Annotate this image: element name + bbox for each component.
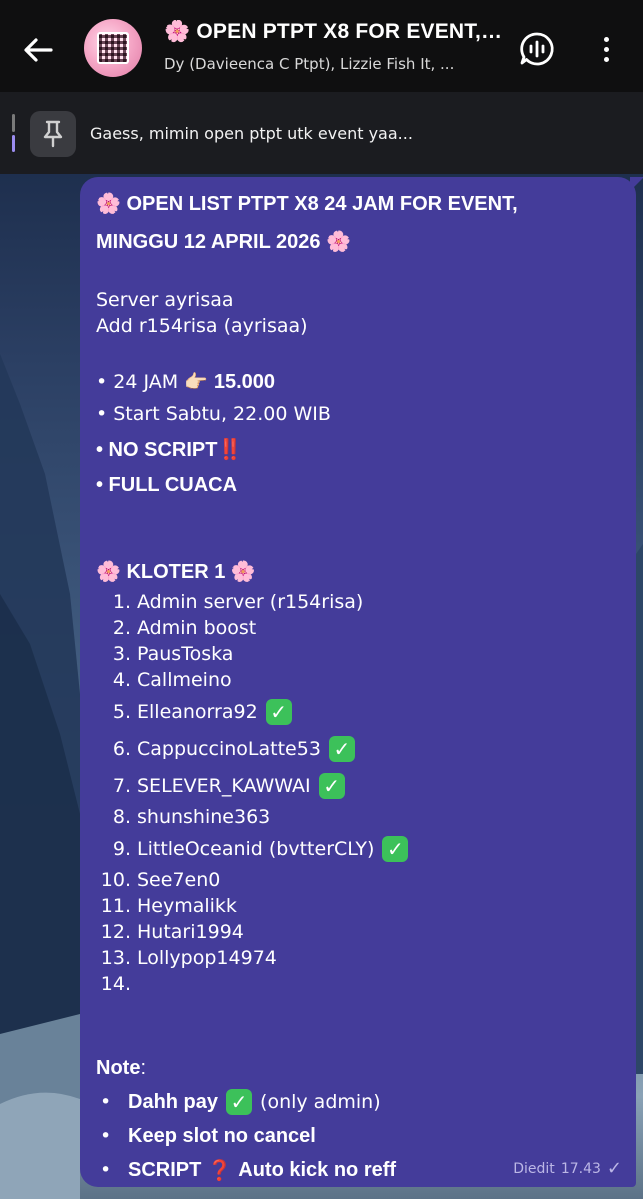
kloter-item-name: Admin boost bbox=[137, 617, 257, 639]
kloter-item: 4. Callmeino bbox=[96, 667, 621, 693]
kloter-item: 5. Elleanorra92 ✓ bbox=[96, 693, 621, 730]
back-button[interactable] bbox=[16, 28, 60, 72]
note-colon: : bbox=[140, 1057, 147, 1079]
kloter-item-number: 14. bbox=[100, 973, 131, 995]
kloter-item-number: 7. bbox=[112, 774, 131, 797]
more-dot-icon bbox=[603, 56, 609, 62]
kloter-item-number: 8. bbox=[112, 806, 131, 828]
pinned-indicator bbox=[12, 114, 15, 152]
qr-image bbox=[97, 32, 129, 64]
kloter-item-number: 10. bbox=[100, 869, 131, 891]
kloter-list: 1. Admin server (r154risa) 2. Admin boost 3.… bbox=[96, 589, 621, 997]
kloter-item: 3. PausToska bbox=[96, 641, 621, 667]
bullet-full-cuaca: • FULL CUACA bbox=[96, 474, 238, 496]
check-mark-icon: ✓ bbox=[265, 698, 292, 725]
bullet-no-script: • NO SCRIPT‼️ bbox=[96, 439, 243, 461]
note-item: • Keep slot no cancel bbox=[96, 1119, 621, 1153]
kloter-item: 12. Hutari1994 bbox=[96, 919, 621, 945]
message-meta: Diedit 17.43 ✓ bbox=[513, 1158, 622, 1179]
arrow-left-icon bbox=[24, 38, 53, 62]
more-dot-icon bbox=[603, 36, 609, 42]
kloter-item-number: 1. bbox=[112, 591, 131, 613]
kloter-item: 9. LittleOceanid (bvtterCLY) ✓ bbox=[96, 830, 621, 867]
bullet-dot: • bbox=[100, 1159, 112, 1181]
kloter-item-name: SELEVER_KAWWAI bbox=[137, 774, 311, 797]
message-heading-line-2: MINGGU 12 APRIL 2026 🌸 bbox=[96, 231, 351, 253]
kloter-item-number: 9. bbox=[112, 837, 131, 860]
kloter-item-name: Callmeino bbox=[137, 669, 232, 691]
group-avatar[interactable] bbox=[84, 19, 142, 77]
kloter-item-name: Heymalikk bbox=[137, 895, 237, 917]
kloter-item: 2. Admin boost bbox=[96, 615, 621, 641]
message-bubble[interactable]: 🌸 OPEN LIST PTPT X8 24 JAM FOR EVENT, MI… bbox=[80, 177, 643, 1187]
kloter-item-name: Admin server (r154risa) bbox=[137, 591, 364, 613]
kloter-item-name: Lollypop14974 bbox=[137, 947, 277, 969]
note-pay: Dahh pay bbox=[128, 1091, 219, 1113]
kloter-item-name: Elleanorra92 bbox=[137, 700, 258, 723]
bullet-price-label: • 24 JAM 👉🏻 bbox=[96, 371, 214, 393]
bullet-start: • Start Sabtu, 22.00 WIB bbox=[96, 403, 331, 425]
pinned-message-text[interactable]: Gaess, mimin open ptpt utk event yaa... bbox=[90, 124, 413, 143]
more-dot-icon bbox=[603, 46, 609, 52]
kloter-item-number: 11. bbox=[100, 895, 131, 917]
note-auto-kick: Auto kick no reff bbox=[238, 1159, 397, 1181]
kloter-item-number: 6. bbox=[112, 737, 131, 760]
bubble-tail bbox=[630, 177, 643, 191]
kloter-item-number: 12. bbox=[100, 921, 131, 943]
read-tick-icon: ✓ bbox=[606, 1158, 622, 1179]
note-keep-slot: Keep slot no cancel bbox=[128, 1125, 316, 1147]
kloter-item-name: See7en0 bbox=[137, 869, 221, 891]
message-text: 🌸 OPEN LIST PTPT X8 24 JAM FOR EVENT, MI… bbox=[96, 189, 621, 1187]
chat-members[interactable]: Dy (Davieenca C Ptpt), Lizzie Fish It, .… bbox=[164, 55, 504, 73]
kloter-item-name: PausToska bbox=[137, 643, 234, 665]
kloter-item: 6. CappuccinoLatte53 ✓ bbox=[96, 730, 621, 767]
kloter-item-number: 3. bbox=[112, 643, 131, 665]
check-mark-icon: ✓ bbox=[318, 772, 345, 799]
voice-chat-icon bbox=[520, 32, 554, 66]
add-line: Add r154risa (ayrisaa) bbox=[96, 315, 308, 337]
check-mark-icon: ✓ bbox=[226, 1089, 253, 1115]
kloter-item-name: LittleOceanid (bvtterCLY) bbox=[137, 837, 375, 860]
bullet-dot: • bbox=[100, 1125, 112, 1147]
check-mark-icon: ✓ bbox=[328, 735, 355, 762]
voice-chat-button[interactable] bbox=[518, 30, 556, 68]
kloter-item: 14. bbox=[96, 971, 621, 997]
note-item: • Dahh pay ✓ (only admin) bbox=[96, 1085, 621, 1119]
kloter-item-number: 2. bbox=[112, 617, 131, 639]
kloter-title: 🌸 KLOTER 1 🌸 bbox=[96, 561, 256, 583]
price-value: 15.000 bbox=[213, 371, 276, 393]
message-heading-line-1: 🌸 OPEN LIST PTPT X8 24 JAM FOR EVENT, bbox=[96, 193, 518, 215]
pin-icon bbox=[43, 120, 63, 148]
kloter-item-name: Hutari1994 bbox=[137, 921, 244, 943]
more-options-button[interactable] bbox=[592, 30, 620, 68]
kloter-item-name: shunshine363 bbox=[137, 806, 271, 828]
check-mark-icon: ✓ bbox=[382, 835, 409, 862]
kloter-item-number: 5. bbox=[112, 700, 131, 723]
note-heading: Note: bbox=[96, 1055, 621, 1085]
note-only-admin: (only admin) bbox=[260, 1091, 381, 1113]
question-mark-icon: ❓ bbox=[207, 1158, 233, 1182]
kloter-item: 8. shunshine363 bbox=[96, 804, 621, 830]
chat-header: 🌸 OPEN PTPT X8 FOR EVENT, MINGGU 12 APRI… bbox=[0, 0, 643, 92]
kloter-item-name: CappuccinoLatte53 bbox=[137, 737, 321, 760]
kloter-item: 11. Heymalikk bbox=[96, 893, 621, 919]
bullet-price: • 24 JAM 👉🏻 15.000 bbox=[96, 369, 621, 401]
note-label: Note bbox=[96, 1057, 141, 1079]
kloter-item: 1. Admin server (r154risa) bbox=[96, 589, 621, 615]
pinned-message-bar[interactable]: Gaess, mimin open ptpt utk event yaa... bbox=[0, 92, 643, 174]
kloter-item-number: 4. bbox=[112, 669, 131, 691]
kloter-item: 13. Lollypop14974 bbox=[96, 945, 621, 971]
message-time: 17.43 bbox=[560, 1160, 601, 1177]
bullet-dot: • bbox=[100, 1091, 112, 1113]
note-script: SCRIPT bbox=[128, 1159, 202, 1181]
kloter-item: 7. SELEVER_KAWWAI ✓ bbox=[96, 767, 621, 804]
kloter-item: 10. See7en0 bbox=[96, 867, 621, 893]
pin-button[interactable] bbox=[30, 111, 76, 157]
server-line: Server ayrisaa bbox=[96, 289, 234, 311]
chat-title[interactable]: 🌸 OPEN PTPT X8 FOR EVENT, MINGGU 12 APRI… bbox=[164, 20, 504, 44]
kloter-item-number: 13. bbox=[100, 947, 131, 969]
edited-label: Diedit bbox=[513, 1160, 555, 1177]
